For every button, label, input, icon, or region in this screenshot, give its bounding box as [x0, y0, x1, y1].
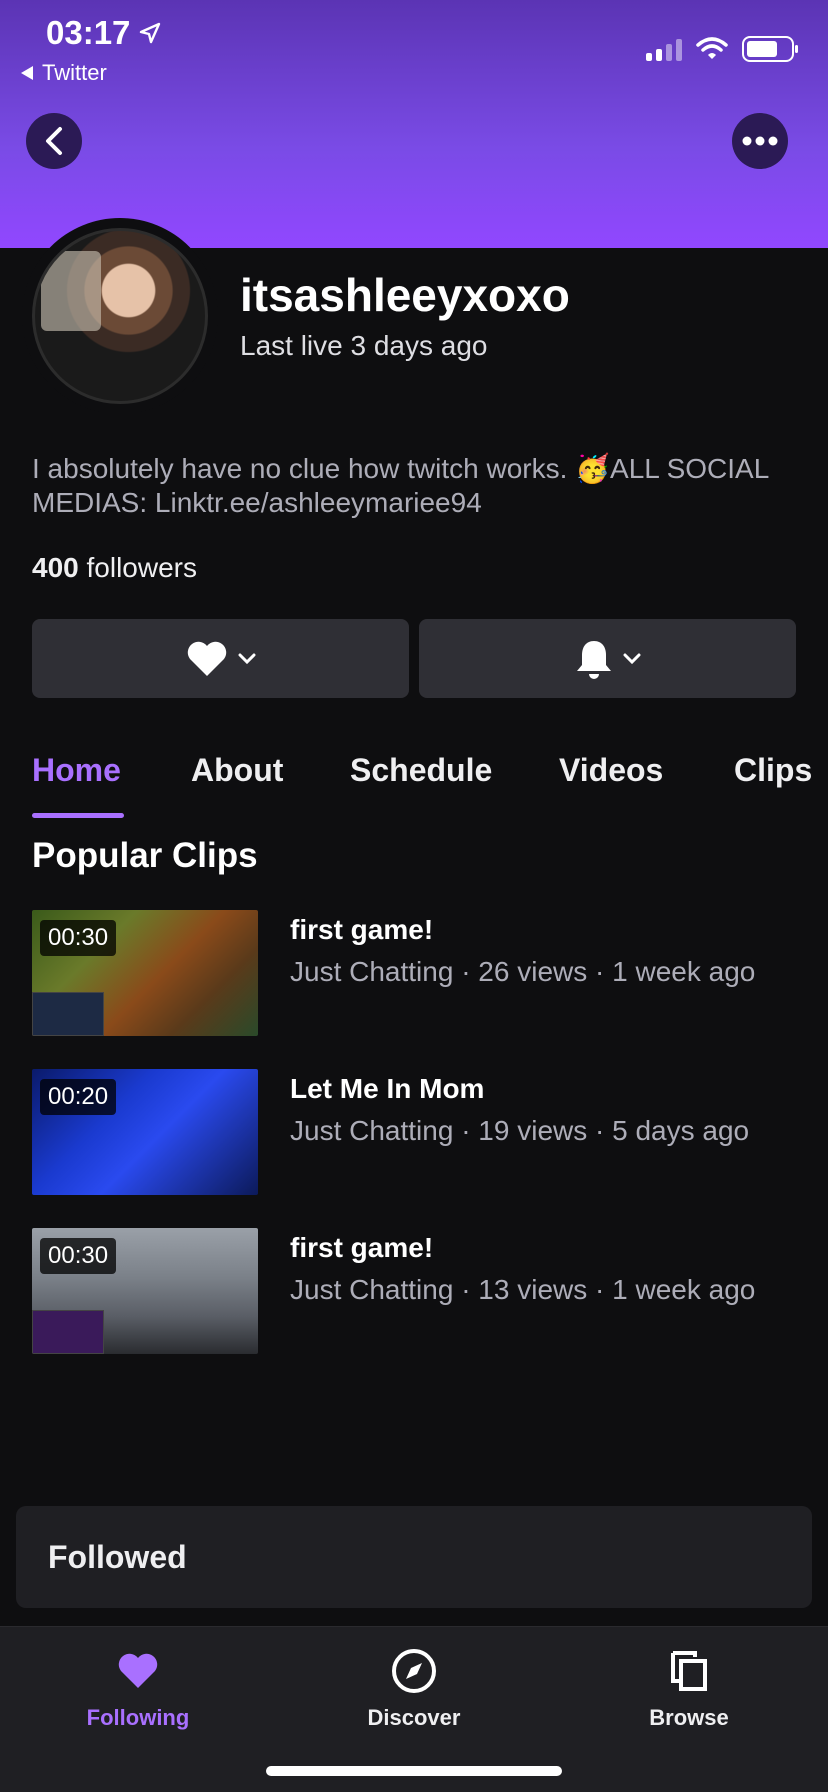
followers-count: 400 followers [32, 552, 197, 584]
nav-following-label: Following [86, 1705, 190, 1730]
nav-browse-label: Browse [649, 1705, 729, 1730]
last-live-status: Last live 3 days ago [240, 330, 488, 361]
status-time-text: 03:17 [46, 14, 131, 51]
nav-browse[interactable]: Browse [589, 1643, 789, 1731]
chevron-left-icon [46, 127, 62, 155]
clip-duration: 00:30 [40, 920, 117, 956]
avatar-image [32, 228, 208, 404]
compass-icon [392, 1649, 436, 1693]
clip-item[interactable]: 00:20 Let Me In Mom Just Chatting · 19 v… [32, 1069, 802, 1195]
clip-item[interactable]: 00:30 first game! Just Chatting · 26 vie… [32, 910, 802, 1036]
follow-button[interactable] [32, 619, 409, 698]
wifi-icon [696, 37, 728, 59]
location-arrow-icon [140, 22, 161, 44]
browse-icon [671, 1651, 707, 1691]
clip-thumbnail[interactable]: 00:30 [32, 1228, 258, 1354]
followers-number: 400 [32, 552, 79, 583]
back-button[interactable] [26, 113, 82, 169]
channel-bio: I absolutely have no clue how twitch wor… [32, 453, 769, 518]
clip-duration: 00:30 [40, 1238, 117, 1274]
clip-meta: Just Chatting · 19 views · 5 days ago [290, 1115, 750, 1146]
avatar[interactable] [22, 218, 218, 414]
clip-title: first game! [290, 1232, 434, 1263]
clip-thumbnail[interactable]: 00:20 [32, 1069, 258, 1195]
chevron-down-icon [238, 653, 255, 664]
clip-title: Let Me In Mom [290, 1073, 485, 1104]
tab-schedule[interactable]: Schedule [350, 752, 492, 818]
heart-icon [118, 1653, 158, 1688]
ellipsis-icon [742, 136, 778, 146]
back-triangle-icon [21, 66, 33, 80]
home-indicator [266, 1766, 562, 1776]
followed-toast: Followed [16, 1506, 812, 1608]
tab-videos[interactable]: Videos [559, 752, 663, 818]
followers-label: followers [86, 552, 197, 583]
tab-about[interactable]: About [191, 752, 283, 818]
status-indicators [646, 36, 798, 62]
cellular-signal-icon [646, 37, 682, 61]
battery-icon [742, 36, 798, 62]
notifications-button[interactable] [419, 619, 796, 698]
bell-icon [576, 640, 611, 679]
nav-discover[interactable]: Discover [314, 1643, 514, 1731]
popular-clips-heading: Popular Clips [32, 836, 258, 875]
tab-home[interactable]: Home [32, 752, 124, 818]
clip-meta: Just Chatting · 13 views · 1 week ago [290, 1274, 756, 1305]
clip-item[interactable]: 00:30 first game! Just Chatting · 13 vie… [32, 1228, 802, 1354]
nav-discover-label: Discover [367, 1705, 461, 1730]
nav-following[interactable]: Following [38, 1643, 238, 1731]
tab-clips[interactable]: Clips [734, 752, 812, 818]
back-to-app-link[interactable]: Twitter [20, 60, 107, 86]
chevron-down-icon [623, 653, 640, 664]
clip-meta: Just Chatting · 26 views · 1 week ago [290, 956, 756, 987]
channel-username: itsashleeyxoxo [240, 269, 570, 321]
clip-thumbnail[interactable]: 00:30 [32, 910, 258, 1036]
more-options-button[interactable] [732, 113, 788, 169]
status-time: 03:17 [46, 14, 162, 52]
clip-duration: 00:20 [40, 1079, 117, 1115]
heart-icon [187, 641, 226, 676]
clip-title: first game! [290, 914, 434, 945]
channel-tabs: Home About Schedule Videos Clips [0, 752, 828, 818]
back-app-label: Twitter [42, 60, 107, 85]
